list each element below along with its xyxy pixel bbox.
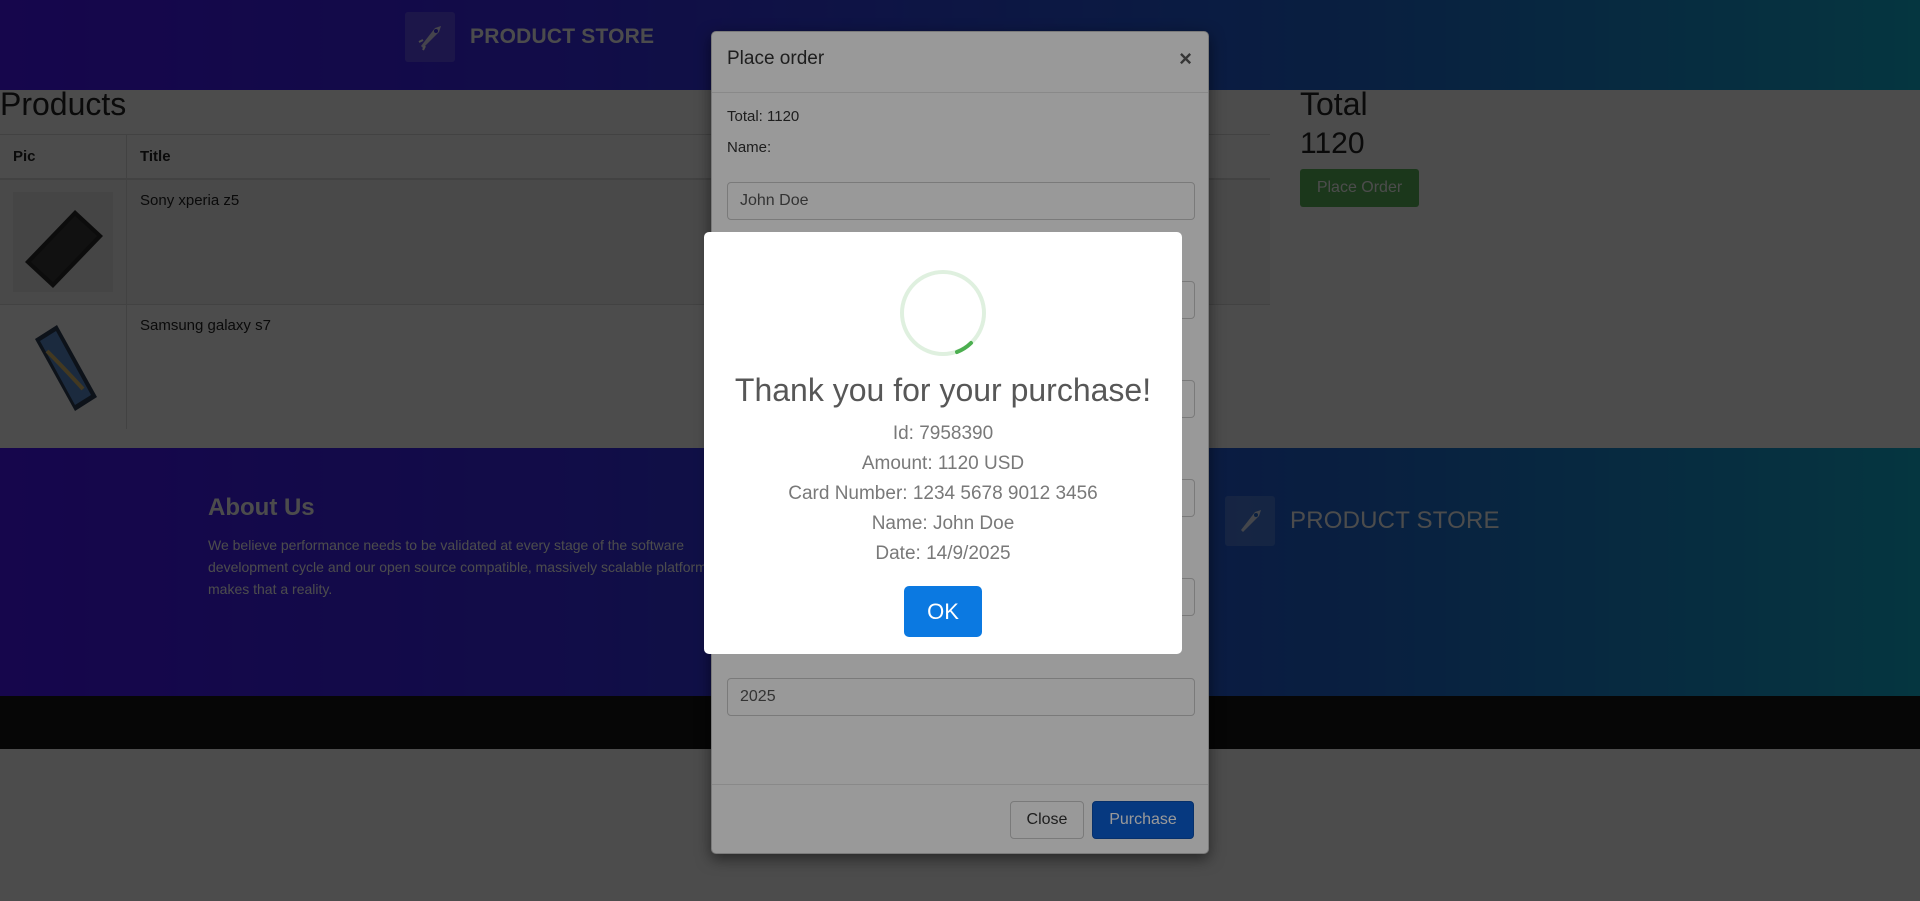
order-details: Id: 7958390 Amount: 1120 USD Card Number… xyxy=(704,419,1182,569)
customer-name-text: Name: John Doe xyxy=(871,513,1015,534)
order-id-text: Id: 7958390 xyxy=(892,423,994,444)
order-date-text: Date: 14/9/2025 xyxy=(875,543,1011,564)
card-number-text: Card Number: 1234 5678 9012 3456 xyxy=(788,483,1098,504)
ok-button[interactable]: OK xyxy=(904,586,982,637)
alert-title: Thank you for your purchase! xyxy=(734,372,1152,408)
order-amount-text: Amount: 1120 USD xyxy=(861,453,1025,474)
success-spinner-icon xyxy=(900,270,986,356)
purchase-confirmation-alert: Thank you for your purchase! Id: 7958390… xyxy=(704,232,1182,654)
